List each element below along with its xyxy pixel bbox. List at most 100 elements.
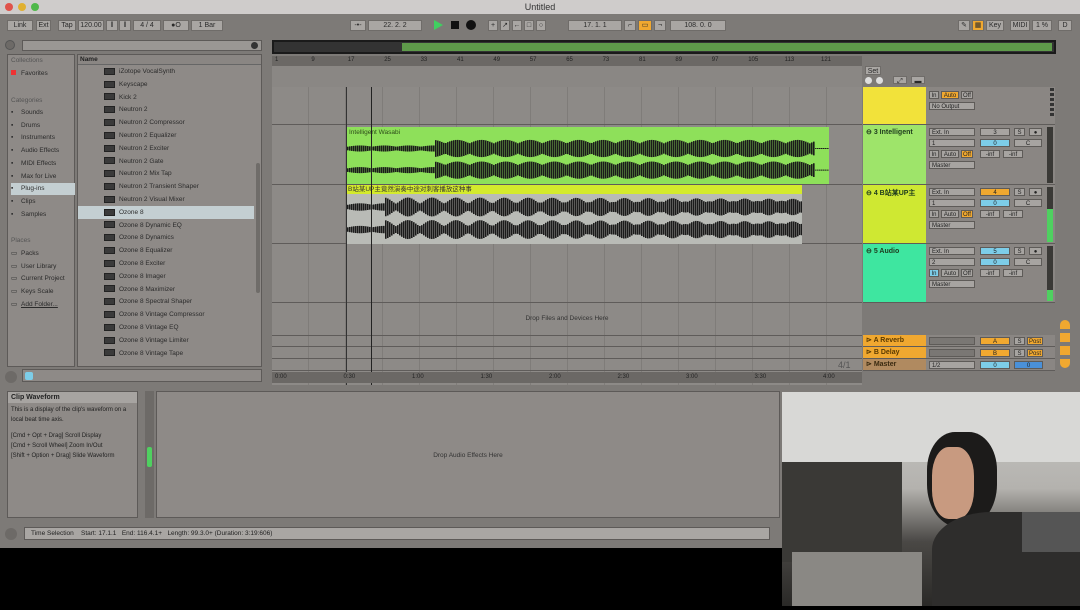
overdub-icon[interactable]: + bbox=[488, 20, 498, 31]
info-toggle-icon[interactable] bbox=[5, 528, 17, 540]
fold-icon[interactable]: ⊖ bbox=[866, 129, 874, 136]
solo-button[interactable]: S bbox=[1014, 188, 1025, 196]
monitor-off-button[interactable]: Off bbox=[961, 269, 973, 277]
browser-scrollbar[interactable] bbox=[256, 163, 260, 293]
more-options-icon[interactable] bbox=[1050, 88, 1054, 118]
monitor-auto-button[interactable]: Auto bbox=[941, 210, 959, 218]
output-select[interactable]: Master bbox=[929, 221, 975, 229]
browser-toggle-icon[interactable] bbox=[5, 40, 15, 50]
drop-files-hint[interactable]: Drop Files and Devices Here bbox=[272, 303, 862, 335]
set-button[interactable]: Set bbox=[865, 66, 881, 75]
monitor-auto-button[interactable]: Auto bbox=[941, 150, 959, 158]
browser-item[interactable]: Neutron 2 Visual Mixer bbox=[78, 193, 254, 206]
pre-post-button[interactable]: Post bbox=[1027, 349, 1043, 357]
browser-item[interactable]: Ozone 8 Maximizer bbox=[78, 283, 254, 296]
track-lane-5[interactable] bbox=[272, 244, 862, 303]
output-select[interactable]: No Output bbox=[929, 102, 975, 110]
master-volume[interactable]: 0 bbox=[980, 361, 1010, 369]
browser-item[interactable]: Neutron 2 Gate bbox=[78, 155, 254, 168]
arm-record-icon[interactable]: ● bbox=[1029, 128, 1042, 136]
re-enable-automation-icon[interactable]: ← bbox=[512, 20, 522, 31]
browser-item[interactable]: Kick 2 bbox=[78, 91, 254, 104]
return-output[interactable] bbox=[929, 349, 975, 357]
fold-icon[interactable]: ⊖ bbox=[866, 190, 874, 197]
sidebar-item-plug-ins[interactable]: ▪ Plug-ins bbox=[11, 183, 75, 196]
loop-switch-icon[interactable]: ▭ bbox=[638, 20, 652, 31]
browser-item[interactable]: Ozone 8 Spectral Shaper bbox=[78, 295, 254, 308]
fold-icon[interactable]: ⊖ bbox=[866, 248, 874, 255]
tempo-field[interactable]: 120.00 bbox=[78, 20, 104, 31]
place-item[interactable]: ▭ Keys Scale bbox=[11, 286, 75, 298]
monitor-off-button[interactable]: Off bbox=[961, 210, 973, 218]
clear-search-icon[interactable] bbox=[251, 42, 258, 49]
name-column-header[interactable]: Name bbox=[78, 55, 261, 65]
sidebar-item-instruments[interactable]: ▪ Instruments bbox=[11, 132, 75, 144]
link-button[interactable]: Link bbox=[7, 20, 33, 31]
input-channel-select[interactable]: 2 bbox=[929, 258, 975, 266]
monitor-in-button[interactable]: In bbox=[929, 210, 939, 218]
follow-icon[interactable]: -•- bbox=[350, 20, 366, 31]
draw-mode-icon[interactable]: ✎ bbox=[958, 20, 970, 31]
capture-icon[interactable]: □ bbox=[524, 20, 534, 31]
solo-button[interactable]: S bbox=[1014, 349, 1025, 357]
view-toggle-icons[interactable] bbox=[1060, 320, 1070, 368]
sidebar-item-clips[interactable]: ▪ Clips bbox=[11, 196, 75, 208]
browser-item[interactable]: Neutron 2 bbox=[78, 103, 254, 116]
sidebar-item-sounds[interactable]: ▪ Sounds bbox=[11, 107, 75, 119]
monitor-auto-button[interactable]: Auto bbox=[941, 91, 959, 99]
next-locator-icon[interactable] bbox=[876, 77, 883, 84]
play-icon[interactable] bbox=[434, 20, 443, 30]
return-lane-b[interactable] bbox=[272, 347, 862, 359]
expand-icon[interactable]: ⤢ bbox=[893, 76, 907, 85]
loop-start-field[interactable]: 17. 1. 1 bbox=[568, 20, 622, 31]
solo-button[interactable]: S bbox=[1014, 337, 1025, 345]
input-channel-select[interactable]: 1 bbox=[929, 139, 975, 147]
browser-item[interactable]: iZotope VocalSynth bbox=[78, 65, 254, 78]
output-select[interactable]: Master bbox=[929, 280, 975, 288]
return-activator[interactable]: A bbox=[980, 337, 1010, 345]
track-activator[interactable]: 5 bbox=[980, 247, 1010, 255]
arm-record-icon[interactable]: ● bbox=[1029, 188, 1042, 196]
ext-sync-button[interactable]: Ext bbox=[36, 20, 51, 31]
master-lane[interactable] bbox=[272, 359, 862, 371]
nudge-up-icon[interactable]: ‖ bbox=[119, 20, 131, 31]
input-type-select[interactable]: Ext. In bbox=[929, 188, 975, 196]
browser-item[interactable]: Ozone 8 Imager bbox=[78, 270, 254, 283]
browser-item[interactable]: Ozone 8 Equalizer bbox=[78, 244, 254, 257]
sidebar-item-samples[interactable]: ▪ Samples bbox=[11, 209, 75, 221]
punch-in-icon[interactable]: ⌐ bbox=[624, 20, 636, 31]
volume-field[interactable]: 0 bbox=[980, 139, 1010, 147]
solo-button[interactable]: S bbox=[1014, 128, 1025, 136]
punch-out-icon[interactable]: ¬ bbox=[654, 20, 666, 31]
track-activator[interactable]: 3 bbox=[980, 128, 1010, 136]
track-lane-4[interactable]: B站某UP主竟然演奏中途对刺客播放这种事 bbox=[272, 185, 862, 244]
lock-icon[interactable]: ▬ bbox=[911, 76, 925, 85]
return-activator[interactable]: B bbox=[980, 349, 1010, 357]
browser-item[interactable]: Ozone 8 Dynamics bbox=[78, 231, 254, 244]
pan-field[interactable]: C bbox=[1014, 258, 1042, 266]
master-header[interactable]: ⊳ Master bbox=[863, 359, 926, 370]
playhead[interactable] bbox=[371, 87, 372, 385]
return-output[interactable] bbox=[929, 337, 975, 345]
song-position-field[interactable]: 22. 2. 2 bbox=[368, 20, 422, 31]
browser-item[interactable]: Ozone 8 bbox=[78, 205, 254, 219]
track-header[interactable]: ⊖ 4 B站某UP主 bbox=[863, 185, 926, 243]
track-activator[interactable]: 4 bbox=[980, 188, 1010, 196]
volume-field[interactable]: 0 bbox=[980, 199, 1010, 207]
prev-locator-icon[interactable] bbox=[865, 77, 872, 84]
track-header[interactable]: ⊖ 3 Intelligent bbox=[863, 125, 926, 184]
return-header[interactable]: ⊳ B Delay bbox=[863, 347, 926, 358]
return-lane-a[interactable] bbox=[272, 335, 862, 347]
audio-clip[interactable]: Intelligent Wasabi bbox=[347, 127, 829, 184]
monitor-off-button[interactable]: Off bbox=[961, 91, 973, 99]
place-item[interactable]: ▭ Add Folder... bbox=[11, 299, 75, 311]
browser-item[interactable]: Ozone 8 Dynamic EQ bbox=[78, 219, 254, 232]
sidebar-item-audio-effects[interactable]: ▪ Audio Effects bbox=[11, 145, 75, 157]
tap-tempo-button[interactable]: Tap bbox=[58, 20, 76, 31]
loop-length-field[interactable]: 108. 0. 0 bbox=[670, 20, 726, 31]
browser-item[interactable]: Keyscape bbox=[78, 78, 254, 91]
browser-search-input[interactable] bbox=[22, 40, 262, 51]
preview-icon[interactable] bbox=[25, 372, 33, 380]
session-record-icon[interactable]: ○ bbox=[536, 20, 546, 31]
sidebar-item-favorites[interactable]: Favorites bbox=[11, 68, 75, 80]
